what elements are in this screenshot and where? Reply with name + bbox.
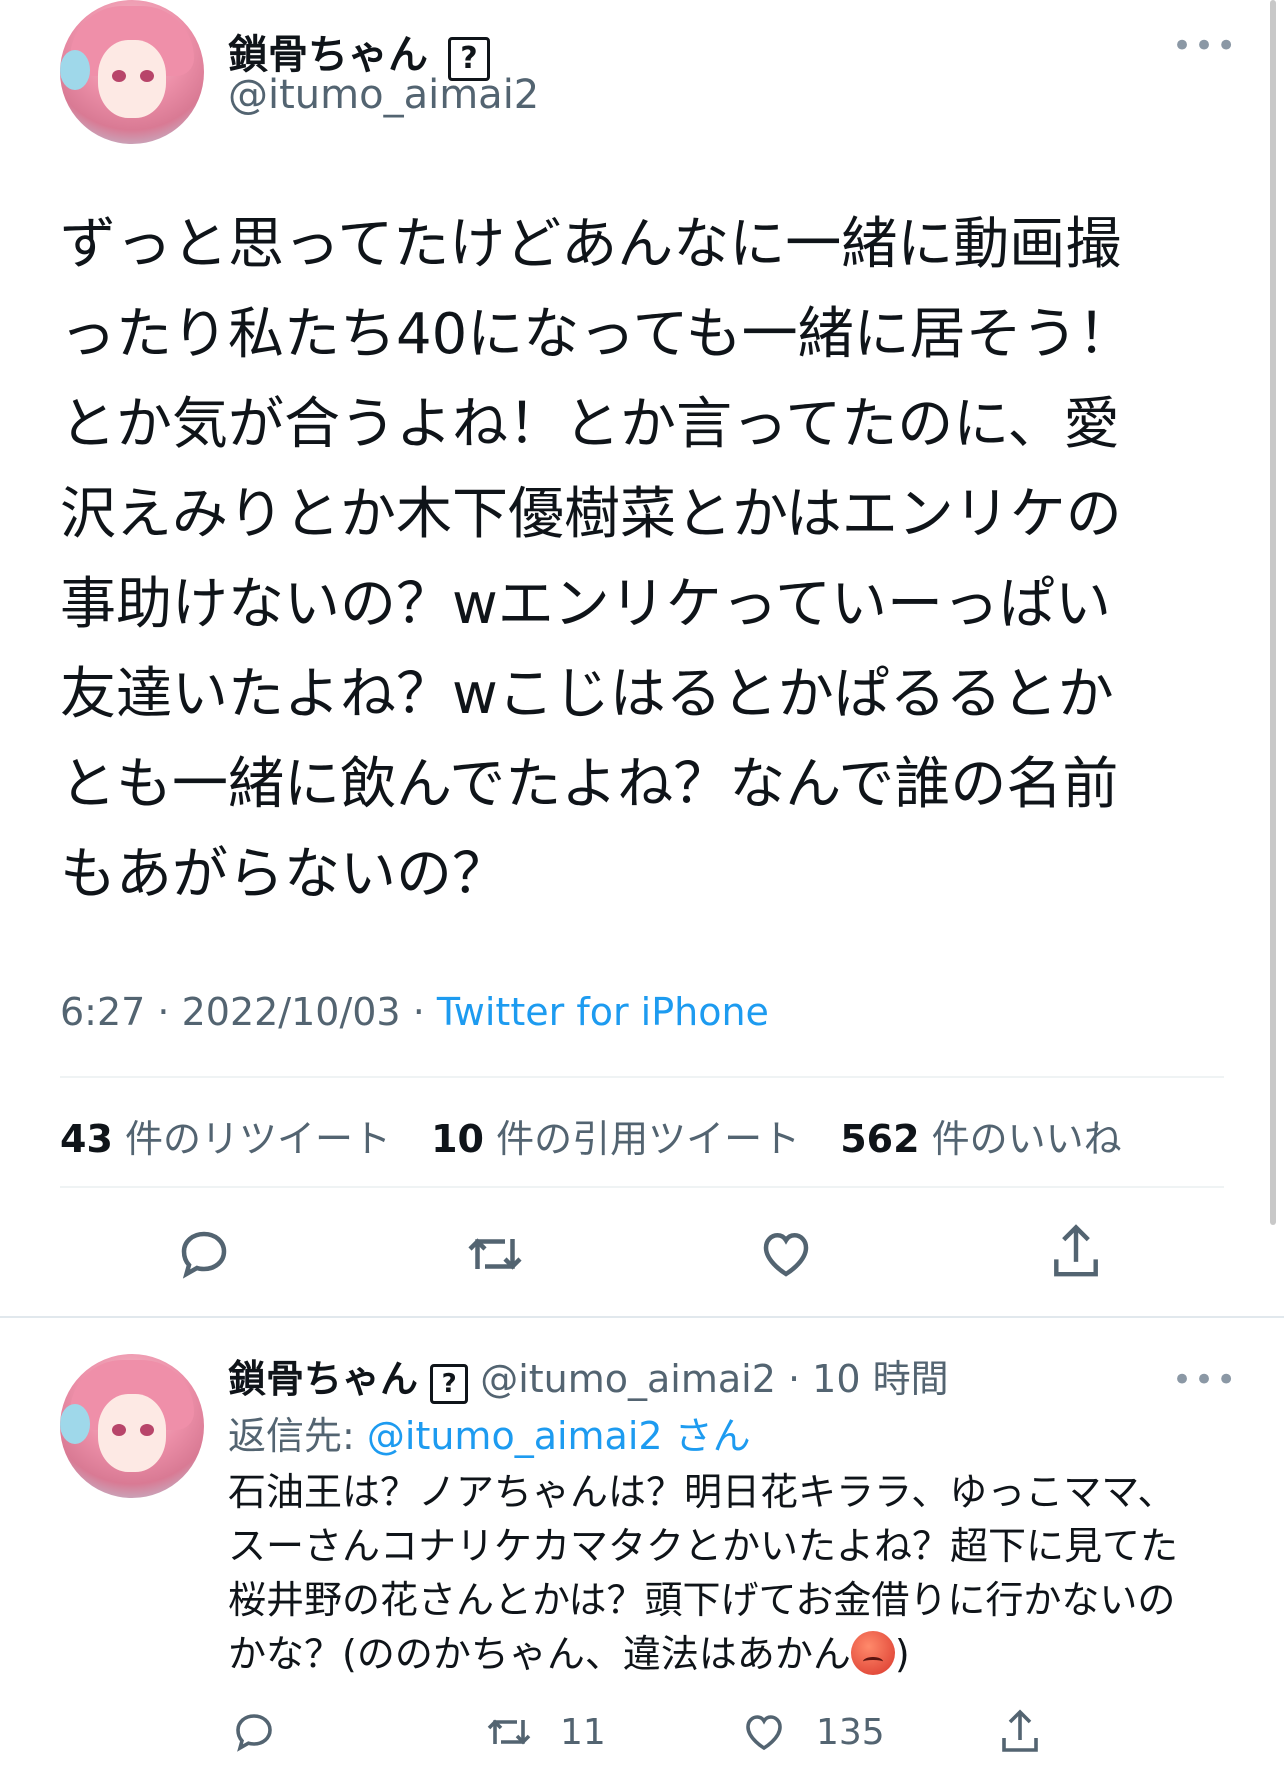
reply-display-name[interactable]: 鎖骨ちゃん (228, 1357, 418, 1401)
share-icon (1054, 1224, 1098, 1277)
section-divider (0, 1316, 1284, 1318)
reply-retweet-count: 11 (560, 1712, 606, 1753)
reply-to-link[interactable]: @itumo_aimai2 (367, 1414, 663, 1458)
reply-icon (181, 1231, 227, 1279)
share-button[interactable] (1046, 1220, 1106, 1284)
handle[interactable]: @itumo_aimai2 (228, 72, 539, 118)
separator: · (400, 990, 437, 1034)
reply-retweet-button[interactable] (482, 1708, 536, 1756)
reply-reply-button[interactable] (230, 1708, 278, 1756)
tweet-meta: 6:27 · 2022/10/03 · Twitter for iPhone (60, 990, 769, 1034)
reply-to: 返信先: @itumo_aimai2 さん (228, 1414, 751, 1458)
quotes-stat[interactable]: 10 件の引用ツイート (431, 1117, 800, 1161)
separator: · (145, 990, 182, 1034)
retweet-button[interactable] (462, 1224, 528, 1284)
tweet-source[interactable]: Twitter for iPhone (437, 990, 769, 1034)
reply-like-count: 135 (816, 1712, 885, 1753)
reply-like-button[interactable] (740, 1708, 788, 1756)
tweet-date[interactable]: 2022/10/03 (182, 990, 401, 1034)
unknown-glyph-badge: ? (430, 1364, 469, 1404)
tweet-time: 6:27 (60, 990, 146, 1034)
like-icon (763, 1232, 809, 1277)
reply-avatar[interactable] (60, 1354, 204, 1498)
scrollbar[interactable] (1270, 0, 1276, 1225)
share-icon (1002, 1709, 1038, 1752)
tweet-text: ずっと思ってたけどあんなに一緒に動画撮 ったり私たち40になっても一緒に居そう！… (60, 212, 1134, 907)
reply-share-button[interactable] (996, 1706, 1044, 1758)
reply-text: 石油王は？ノアちゃんは？明日花キララ、ゆっこママ、 スーさんコナリケカマタクとか… (228, 1470, 1179, 1676)
more-icon[interactable]: ••• (1172, 26, 1238, 66)
retweet-icon (468, 1238, 522, 1270)
likes-stat[interactable]: 562 件のいいね (840, 1117, 1121, 1161)
retweets-stat[interactable]: 43 件のリツイート (60, 1117, 391, 1161)
angry-face-emoji (850, 1631, 895, 1675)
engagement-stats: 43 件のリツイート 10 件の引用ツイート 562 件のいいね (60, 1108, 1150, 1163)
like-button[interactable] (756, 1224, 816, 1284)
like-icon (746, 1715, 782, 1751)
reply-button[interactable] (174, 1224, 234, 1284)
reply-more-icon[interactable]: ••• (1172, 1360, 1238, 1400)
reply-icon (236, 1714, 272, 1752)
reply-header: 鎖骨ちゃん ? @itumo_aimai2 · 10 時間 (228, 1348, 949, 1404)
reply-time[interactable]: · 10 時間 (788, 1357, 949, 1401)
reply-handle[interactable]: @itumo_aimai2 (480, 1357, 776, 1401)
divider (60, 1076, 1224, 1078)
divider (60, 1186, 1224, 1188)
retweet-icon (487, 1719, 531, 1745)
avatar[interactable] (60, 0, 204, 144)
